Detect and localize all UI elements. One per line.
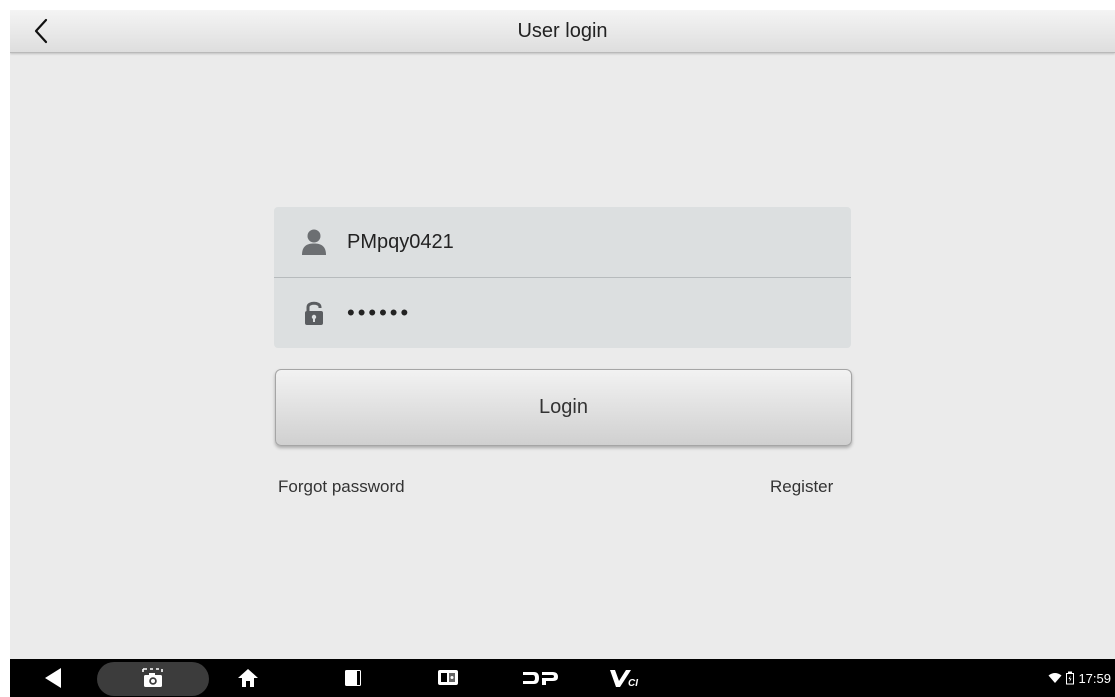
vci-icon: CI [610,670,638,689]
dp-button[interactable] [515,659,565,697]
credentials-box [274,207,851,348]
home-icon [238,669,258,687]
nav-home-button[interactable] [230,659,266,697]
battery-icon [1066,671,1075,685]
register-link[interactable]: Register [770,477,833,497]
display-button[interactable] [430,659,466,697]
system-navigation-bar: CI 17:59 [10,659,1115,697]
password-input[interactable] [347,300,797,326]
recent-apps-icon [345,670,361,686]
forgot-password-link[interactable]: Forgot password [278,477,405,497]
svg-text:CI: CI [628,678,638,689]
screenshot-icon [135,659,171,697]
status-area: 17:59 [1048,659,1111,697]
nav-recent-apps-button[interactable] [335,659,371,697]
display-icon [438,670,458,685]
nav-back-button[interactable] [35,659,71,697]
wifi-icon [1048,673,1062,683]
title-bar: User login [10,10,1115,53]
user-icon [299,227,329,257]
clock-time: 17:59 [1078,670,1111,686]
back-triangle-icon [45,668,61,688]
password-field[interactable] [274,278,851,348]
page-title: User login [517,20,608,42]
username-field[interactable] [274,207,851,277]
unlock-icon [299,298,329,328]
vci-button[interactable]: CI [605,659,645,697]
login-button[interactable]: Login [275,369,852,446]
app-screen: User login L [10,10,1115,697]
username-input[interactable] [347,230,797,254]
dp-logo-icon [523,672,558,685]
